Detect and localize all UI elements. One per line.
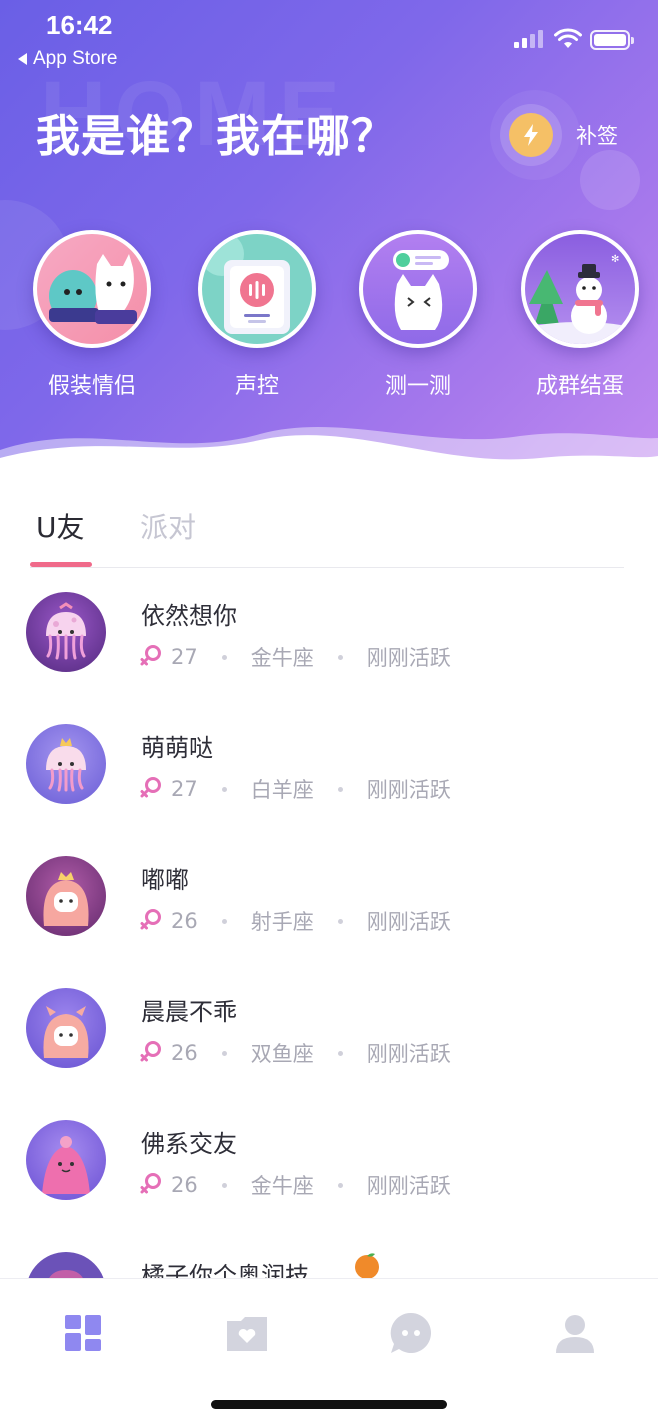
separator-dot xyxy=(221,786,227,792)
user-meta: 27 白羊座 刚刚活跃 xyxy=(139,774,451,804)
user-name: 嘟嘟 xyxy=(141,866,189,894)
list-item[interactable]: 晨晨不乖 26 双鱼座 刚刚活跃 xyxy=(0,976,658,1108)
separator-dot xyxy=(337,786,343,792)
user-zodiac: 双鱼座 xyxy=(250,1042,314,1066)
user-zodiac: 射手座 xyxy=(250,910,314,934)
back-app-label: App Store xyxy=(33,48,118,69)
user-zodiac: 金牛座 xyxy=(250,646,314,670)
female-icon xyxy=(140,645,161,666)
feature-shortcuts: 假装情侣 声控 测一测 ✻ 成群结蛋 xyxy=(0,230,658,400)
feature-label: 声控 xyxy=(234,374,279,399)
user-status: 刚刚活跃 xyxy=(366,1042,451,1066)
avatar xyxy=(26,988,106,1068)
list-item[interactable]: 佛系交友 26 金牛座 刚刚活跃 xyxy=(0,1108,658,1240)
tab-party[interactable]: 派对 xyxy=(140,506,196,546)
lightning-bolt-icon xyxy=(509,113,553,157)
separator-dot xyxy=(337,654,343,660)
list-item[interactable]: 依然想你 27 金牛座 刚刚活跃 xyxy=(0,580,658,712)
user-meta: 26 双鱼座 刚刚活跃 xyxy=(139,1038,451,1068)
user-age: 27 xyxy=(171,645,198,669)
back-arrow-icon xyxy=(18,53,27,65)
user-meta: 26 金牛座 刚刚活跃 xyxy=(139,1170,451,1200)
separator-dot xyxy=(337,1050,343,1056)
avatar xyxy=(26,856,106,936)
separator-dot xyxy=(221,1050,227,1056)
avatar xyxy=(26,592,106,672)
separator-dot xyxy=(337,1182,343,1188)
makeup-signin-button[interactable]: 补签 xyxy=(500,104,618,166)
status-time: 16:42 xyxy=(46,10,113,40)
nav-home[interactable] xyxy=(59,1309,107,1357)
friend-tabs: U友 派对 xyxy=(30,500,624,568)
heart-folder-icon xyxy=(227,1317,267,1351)
cellular-signal-icon xyxy=(514,30,543,48)
feature-quiz[interactable]: 测一测 xyxy=(343,230,493,400)
orange-emoji-icon xyxy=(355,1253,379,1279)
user-age: 26 xyxy=(171,1173,198,1197)
page-title: 我是谁？我在哪？ xyxy=(36,111,396,162)
user-status: 刚刚活跃 xyxy=(366,778,451,802)
nav-messages[interactable] xyxy=(387,1309,435,1357)
feature-label: 假装情侣 xyxy=(47,374,136,399)
user-meta: 27 金牛座 刚刚活跃 xyxy=(139,642,451,672)
user-zodiac: 金牛座 xyxy=(250,1174,314,1198)
tab-u-friends[interactable]: U友 xyxy=(36,506,85,546)
status-bar: 16:42 App Store xyxy=(0,0,658,80)
svg-text:✻: ✻ xyxy=(611,254,619,265)
avatar xyxy=(26,724,106,804)
feature-voice-control[interactable]: 声控 xyxy=(182,230,332,400)
back-to-app-store[interactable]: App Store xyxy=(18,48,118,70)
user-meta: 26 射手座 刚刚活跃 xyxy=(139,906,451,936)
list-item[interactable]: 萌萌哒 27 白羊座 刚刚活跃 xyxy=(0,712,658,844)
user-status: 刚刚活跃 xyxy=(366,646,451,670)
chat-bubble-icon xyxy=(390,1312,431,1353)
feature-label: 成群结蛋 xyxy=(535,374,624,399)
female-icon xyxy=(140,777,161,798)
user-name: 佛系交友 xyxy=(141,1130,237,1158)
header-wave-divider xyxy=(0,426,658,480)
female-icon xyxy=(140,1173,161,1194)
battery-icon xyxy=(590,30,634,50)
user-age: 27 xyxy=(171,777,198,801)
group-snowman-icon: ✻ xyxy=(510,234,650,354)
separator-dot xyxy=(337,918,343,924)
quiz-icon xyxy=(363,234,473,344)
feature-group-snowman[interactable]: ✻ 成群结蛋 xyxy=(505,230,655,400)
feature-label: 测一测 xyxy=(384,374,451,399)
fake-couple-icon xyxy=(37,234,147,344)
nav-profile[interactable] xyxy=(551,1309,599,1357)
user-status: 刚刚活跃 xyxy=(366,910,451,934)
female-icon xyxy=(140,1041,161,1062)
separator-dot xyxy=(221,1182,227,1188)
wifi-icon xyxy=(554,28,582,48)
user-name: 依然想你 xyxy=(141,602,237,630)
female-icon xyxy=(140,909,161,930)
user-age: 26 xyxy=(171,1041,198,1065)
home-indicator xyxy=(211,1400,447,1409)
nav-moments[interactable] xyxy=(223,1309,271,1357)
user-name: 萌萌哒 xyxy=(141,734,213,762)
user-zodiac: 白羊座 xyxy=(250,778,314,802)
user-age: 26 xyxy=(171,909,198,933)
voice-control-icon xyxy=(200,232,312,344)
separator-dot xyxy=(221,654,227,660)
separator-dot xyxy=(221,918,227,924)
active-tab-indicator xyxy=(30,562,92,567)
profile-icon xyxy=(556,1315,594,1353)
header-banner: HOME 16:42 App Store 我是谁？我在哪？ 补签 假装情侣 声控… xyxy=(0,0,658,480)
list-item[interactable]: 嘟嘟 26 射手座 刚刚活跃 xyxy=(0,844,658,976)
user-name: 晨晨不乖 xyxy=(141,998,237,1026)
feature-fake-couple[interactable]: 假装情侣 xyxy=(17,230,167,400)
avatar xyxy=(26,1120,106,1200)
makeup-signin-label: 补签 xyxy=(576,124,618,148)
user-status: 刚刚活跃 xyxy=(366,1174,451,1198)
dashboard-icon xyxy=(65,1315,101,1351)
